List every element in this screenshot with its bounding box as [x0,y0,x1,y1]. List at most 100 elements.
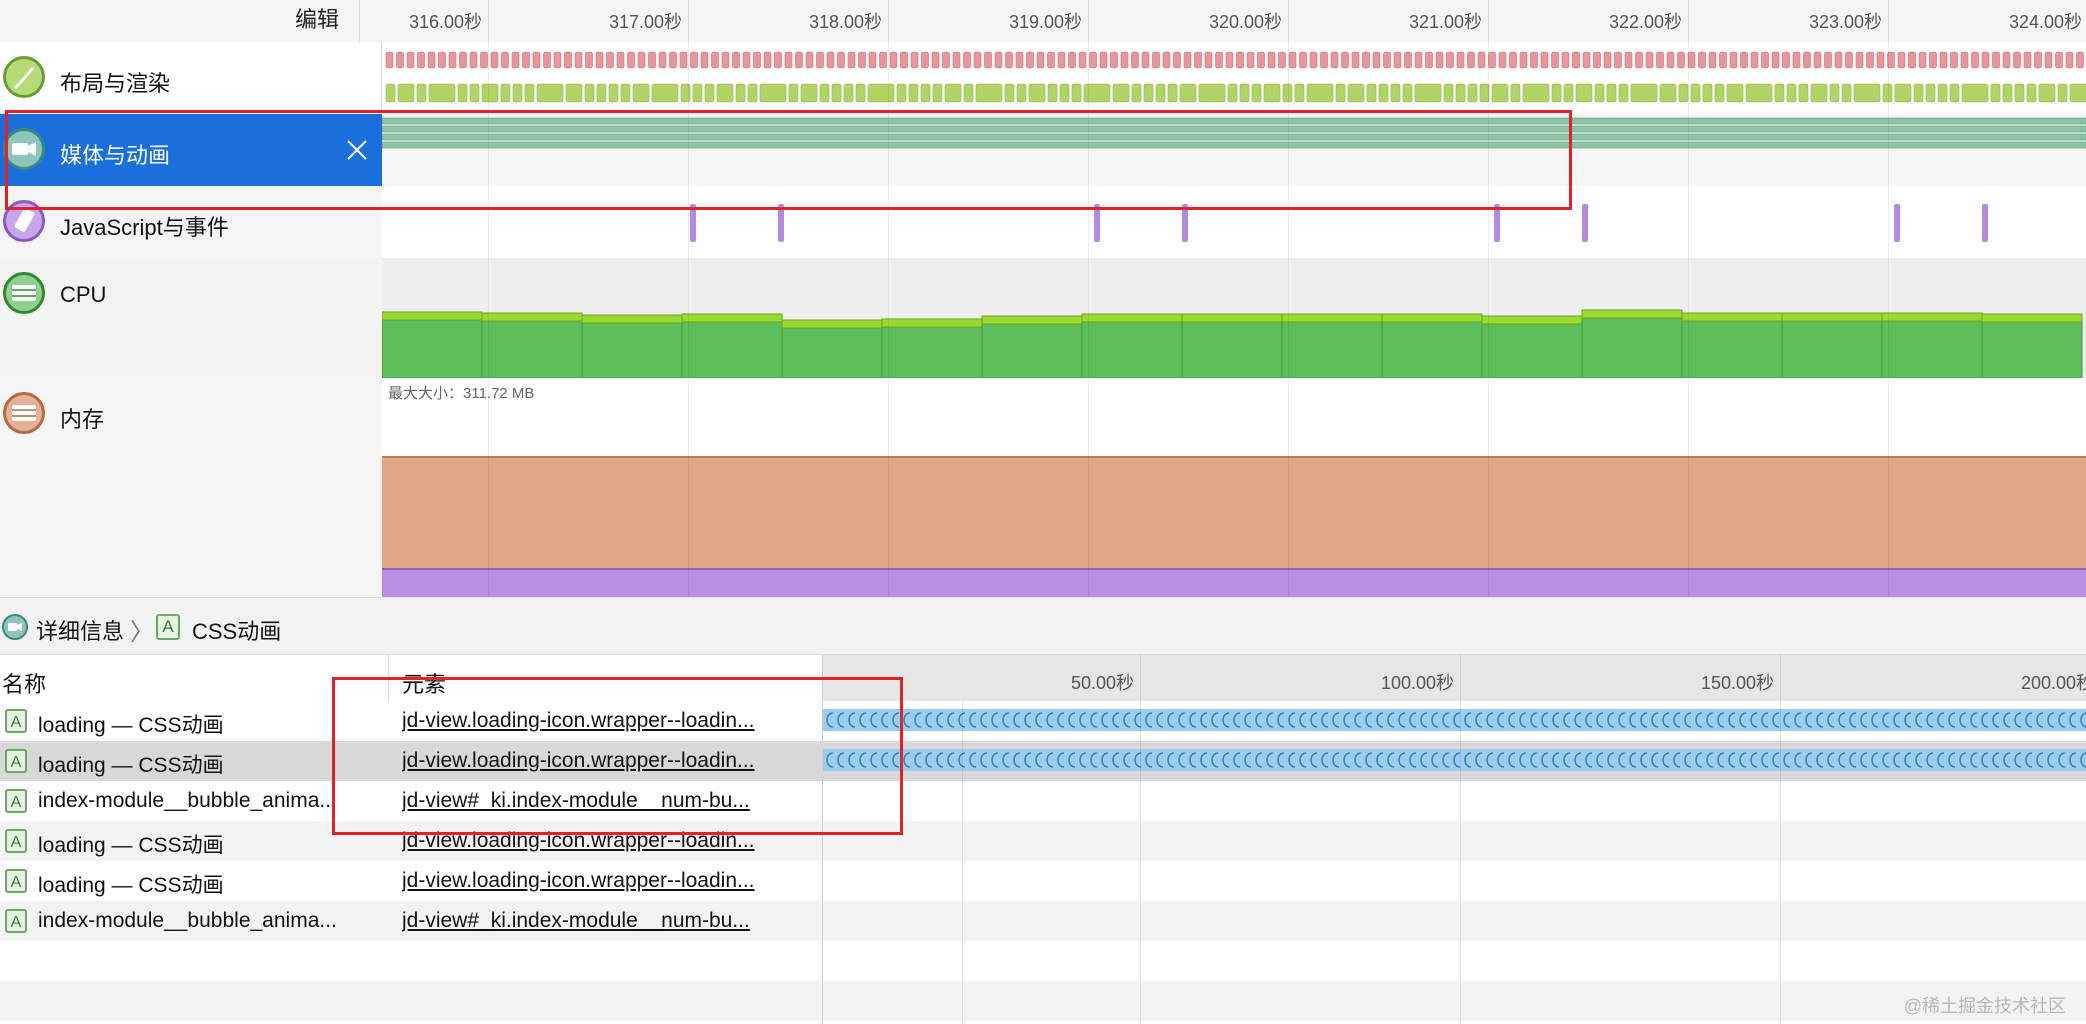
layout-event-mark [1015,51,1024,69]
track-name: JavaScript与事件 [60,215,229,240]
rendering-event-mark [1282,83,1293,103]
layout-event-mark [1068,51,1076,69]
lane-cpu[interactable] [382,258,2086,379]
layout-event-mark [1404,51,1412,69]
table-row[interactable]: Aloading — CSS动画 jd-view.loading-icon.wra… [0,861,2086,901]
detail-ruler-tick [1780,655,1781,701]
lane-layout-rendering[interactable] [382,42,2086,114]
animation-iteration-bar[interactable] [823,747,2086,775]
layout-event-mark [1183,51,1192,69]
css-animation-icon: A [5,829,27,853]
layout-event-mark [1215,51,1223,69]
rendering-event-mark [1059,83,1070,103]
rendering-event-mark [1414,83,1442,103]
layout-event-mark [805,51,814,69]
layout-event-mark [2034,51,2042,69]
column-header-name[interactable]: 名称 [2,667,46,699]
layout-event-mark [1656,51,1664,69]
rendering-event-mark [1179,83,1197,103]
cpu-usage-bar-top [1881,312,1983,322]
breadcrumb-item-css-animation[interactable]: CSS动画 [192,614,281,646]
layout-event-mark [490,51,499,69]
layout-event-mark [1257,51,1265,69]
ruler-tick-label: 322.00秒 [1608,12,1682,32]
ruler-tick [688,0,689,42]
layout-event-mark [1047,51,1055,69]
layout-event-mark [1677,51,1685,69]
layout-event-mark [585,51,593,69]
layout-event-mark [648,51,656,69]
layout-event-mark [1005,51,1013,69]
layout-event-mark [1362,51,1370,69]
rendering-event-mark [1378,83,1389,103]
layout-event-mark [2002,51,2011,69]
rendering-event-mark [1894,83,1912,103]
layout-event-mark [1246,51,1255,69]
table-row[interactable]: Aloading — CSS动画 jd-view.loading-icon.wra… [0,821,2086,861]
memory-area-purple [382,568,2086,597]
layout-event-mark [1194,51,1202,69]
detail-gridline [1780,701,1781,1024]
track-name: 内存 [60,407,105,432]
layout-event-mark [1435,51,1444,69]
cpu-usage-bar [1481,323,1583,379]
layout-event-mark [1750,51,1759,69]
table-row[interactable]: Aindex-module__bubble_anima... jd-view#_k… [0,781,2086,821]
ruler-tick [488,0,489,42]
rendering-event-mark [1491,83,1509,103]
cpu-usage-bar [881,326,983,379]
breadcrumb-item-details[interactable]: 详细信息 [36,614,124,646]
cpu-usage-bar [781,327,883,379]
ruler-tick-label: 323.00秒 [1808,12,1882,32]
layout-event-mark [1624,51,1633,69]
edit-button[interactable]: 编辑 [0,0,360,42]
layout-event-mark [1456,51,1465,69]
layout-event-mark [1803,51,1811,69]
rendering-event-mark [1510,83,1521,103]
css-animation-icon: A [5,869,27,893]
lane-memory[interactable]: 最大大小：311.72 MB [382,378,2086,597]
detail-timeline-ruler: 50.00秒 100.00秒 150.00秒 200.00秒 [822,655,2086,702]
layout-event-mark [1288,51,1297,69]
row-name: loading — CSS动画 [38,834,224,857]
rendering-event-mark [1443,83,1454,103]
layout-event-mark [1561,51,1570,69]
layout-event-mark [889,51,898,69]
javascript-event-mark [1982,204,1988,242]
cpu-usage-bar-top [1681,312,1783,322]
layout-event-mark [532,51,541,69]
rendering-event-mark [1594,83,1605,103]
cpu-usage-bar-top [481,312,583,322]
track-memory[interactable]: 内存 [0,378,382,597]
row-element-link[interactable]: jd-view#_ki.index-module__num-bu... [402,909,808,933]
row-element-link[interactable]: jd-view.loading-icon.wrapper--loadin... [402,869,808,893]
animation-iteration-bar[interactable] [823,707,2086,735]
table-row[interactable]: Aloading — CSS动画 jd-view.loading-icon.wra… [0,701,2086,741]
cpu-usage-bar-top [1281,313,1383,323]
layout-event-mark [900,51,908,69]
layout-event-mark [1320,51,1328,69]
ruler-tick-label: 324.00秒 [2008,12,2082,32]
layout-event-mark [2013,51,2021,69]
track-cpu[interactable]: CPU [0,258,382,378]
rendering-event-mark [704,83,715,103]
memory-max-size-label: 最大大小：311.72 MB [388,385,535,402]
ruler-tick-label: 318.00秒 [808,12,882,32]
table-row[interactable]: Aindex-module__bubble_anima... jd-view#_k… [0,901,2086,941]
layout-event-mark [1078,51,1087,69]
layout-event-mark [469,51,478,69]
table-row[interactable]: Aloading — CSS动画 jd-view.loading-icon.wra… [0,741,2086,781]
track-layout-rendering[interactable]: 布局与渲染 [0,42,382,114]
rendering-event-mark [536,83,564,103]
layout-event-mark [1089,51,1097,69]
rendering-event-mark [1402,83,1413,103]
cpu-usage-bar [1581,317,1683,379]
rendering-event-mark [944,83,962,103]
rendering-event-mark [716,83,734,103]
layout-event-mark [1614,51,1622,69]
rendering-event-mark [1659,83,1677,103]
cpu-usage-bar-top [1581,309,1683,319]
rendering-event-mark [932,83,943,103]
layout-event-mark [1509,51,1517,69]
cpu-usage-bar [1681,320,1783,379]
